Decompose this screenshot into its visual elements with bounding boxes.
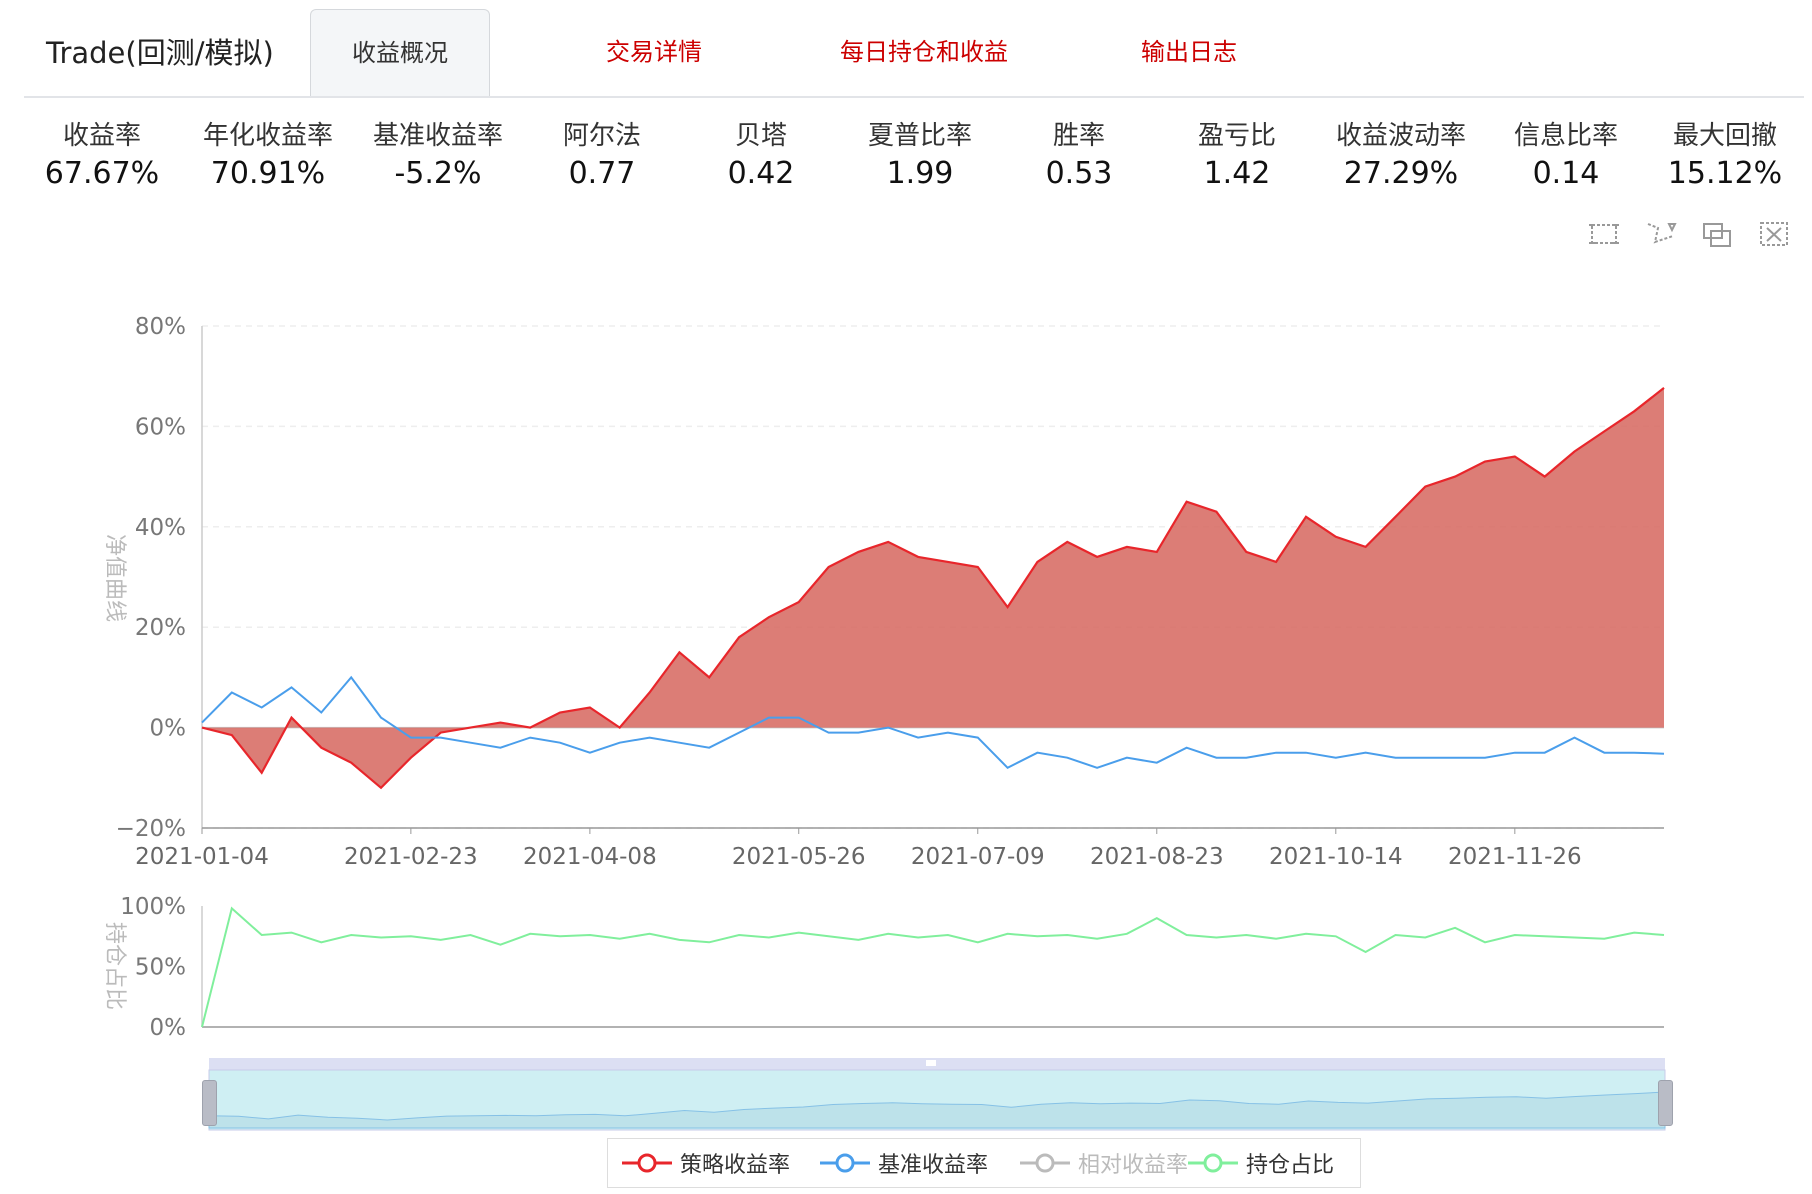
- position-y-ticks: 100% 50% 0%: [120, 894, 186, 1041]
- y-tick-label: −20%: [116, 816, 186, 842]
- stat-label: 收益率: [62, 121, 141, 151]
- stat-value: 67.67%: [44, 156, 160, 191]
- y-tick-label: 0%: [150, 716, 187, 742]
- restore-icon[interactable]: [1699, 216, 1735, 252]
- stat-alpha: 阿尔法 0.77: [524, 118, 680, 194]
- tab-daily-positions[interactable]: 每日持仓和收益: [799, 9, 1049, 95]
- legend-benchmark-marker-icon: [820, 1153, 870, 1173]
- stat-value: 1.99: [886, 156, 954, 191]
- y-tick-label: 60%: [135, 414, 186, 440]
- slider-handle-left[interactable]: [202, 1080, 217, 1126]
- stat-label: 基准收益率: [372, 121, 503, 151]
- stat-win-rate: 胜率 0.53: [1001, 118, 1157, 194]
- slider-handle-right[interactable]: [1658, 1080, 1673, 1126]
- legend-relative-marker-icon: [1020, 1153, 1070, 1173]
- stat-sharpe: 夏普比率 1.99: [842, 118, 998, 194]
- stat-label: 信息比率: [1513, 121, 1618, 151]
- main-y-ticks: 80% 60% 40% 20% 0% −20%: [116, 314, 186, 842]
- legend-position-marker-icon: [1188, 1153, 1238, 1173]
- y-tick-label: 80%: [135, 314, 186, 340]
- x-tick-label: 2021-07-09: [911, 844, 1045, 870]
- stat-value: -5.2%: [394, 156, 482, 191]
- stat-annual-return: 年化收益率 70.91%: [190, 118, 346, 194]
- slider-preview: [208, 1091, 1666, 1129]
- slider-window: [208, 1069, 1666, 1131]
- stat-value: 0.42: [727, 156, 795, 191]
- stat-label: 阿尔法: [562, 121, 641, 151]
- stat-value: 0.14: [1532, 156, 1600, 191]
- slider-grip: [926, 1060, 936, 1066]
- y-tick-label: 100%: [120, 894, 186, 920]
- legend-label: 基准收益率: [878, 1153, 989, 1178]
- position-y-axis-label: 持仓占比: [102, 922, 127, 1010]
- position-line: [201, 906, 1665, 1028]
- stat-label: 年化收益率: [202, 121, 333, 151]
- stat-return: 收益率 67.67%: [24, 118, 180, 194]
- zoom-reset-icon[interactable]: [1643, 216, 1679, 252]
- stat-value: 0.53: [1045, 156, 1113, 191]
- zoom-icon[interactable]: [1586, 216, 1622, 252]
- stat-value: 0.77: [568, 156, 636, 191]
- stat-label: 盈亏比: [1197, 121, 1276, 151]
- stat-label: 胜率: [1052, 121, 1105, 151]
- legend-label: 策略收益率: [680, 1153, 791, 1178]
- legend-item-position[interactable]: 持仓占比: [1188, 1147, 1334, 1179]
- legend-item-relative[interactable]: 相对收益率: [1020, 1147, 1188, 1179]
- app-title: Trade(回测/模拟): [46, 36, 274, 70]
- data-zoom-slider: [208, 1058, 1666, 1131]
- position-grid: [201, 906, 1664, 1028]
- stat-label: 收益波动率: [1335, 121, 1466, 151]
- x-tick-label: 2021-11-26: [1448, 844, 1582, 870]
- tab-output-log[interactable]: 输出日志: [1089, 9, 1289, 95]
- main-grid: [201, 325, 1664, 829]
- x-tick-label: 2021-04-08: [523, 844, 657, 870]
- main-y-axis-label: 净值曲线: [102, 534, 127, 622]
- y-tick-label: 0%: [150, 1015, 187, 1041]
- stat-label: 最大回撤: [1672, 121, 1777, 151]
- slider-top-bar: [209, 1058, 1665, 1070]
- x-tick-label: 2021-05-26: [732, 844, 866, 870]
- legend-label: 相对收益率: [1078, 1153, 1189, 1178]
- x-tick-label: 2021-08-23: [1090, 844, 1224, 870]
- legend-strategy-marker-icon: [622, 1153, 672, 1173]
- stat-max-drawdown: 最大回撤 15.12%: [1647, 118, 1803, 194]
- main-x-axis: [201, 827, 1664, 834]
- y-tick-label: 40%: [135, 515, 186, 541]
- stat-value: 1.42: [1203, 156, 1271, 191]
- tab-trade-details[interactable]: 交易详情: [554, 9, 754, 95]
- stat-profit-loss-ratio: 盈亏比 1.42: [1159, 118, 1315, 194]
- stat-benchmark-return: 基准收益率 -5.2%: [360, 118, 516, 194]
- legend-label: 持仓占比: [1246, 1153, 1335, 1178]
- strategy-line: [201, 387, 1665, 790]
- stat-value: 70.91%: [210, 156, 326, 191]
- clear-icon[interactable]: [1756, 216, 1792, 252]
- stat-beta: 贝塔 0.42: [683, 118, 839, 194]
- tab-overview[interactable]: 收益概况: [310, 9, 490, 96]
- main-x-ticks: 2021-01-04 2021-02-23 2021-04-08 2021-05-26…: [135, 844, 1581, 870]
- strategy-area: [202, 387, 1664, 788]
- stat-label: 贝塔: [734, 121, 787, 151]
- y-tick-label: 50%: [135, 955, 186, 981]
- x-tick-label: 2021-10-14: [1269, 844, 1403, 870]
- legend-item-strategy[interactable]: 策略收益率: [622, 1147, 790, 1179]
- stat-value: 27.29%: [1343, 156, 1459, 191]
- y-tick-label: 20%: [135, 615, 186, 641]
- stat-value: 15.12%: [1667, 156, 1783, 191]
- stat-label: 夏普比率: [867, 121, 972, 151]
- stat-info-ratio: 信息比率 0.14: [1488, 118, 1644, 194]
- legend-item-benchmark[interactable]: 基准收益率: [820, 1147, 988, 1179]
- benchmark-line: [201, 675, 1665, 770]
- stat-volatility: 收益波动率 27.29%: [1323, 118, 1479, 194]
- x-tick-label: 2021-01-04: [135, 844, 269, 870]
- legend: 策略收益率 基准收益率 相对收益率 持仓占比: [607, 1138, 1361, 1188]
- tab-bar: Trade(回测/模拟) 收益概况 交易详情 每日持仓和收益 输出日志: [24, 0, 1804, 98]
- x-tick-label: 2021-02-23: [344, 844, 478, 870]
